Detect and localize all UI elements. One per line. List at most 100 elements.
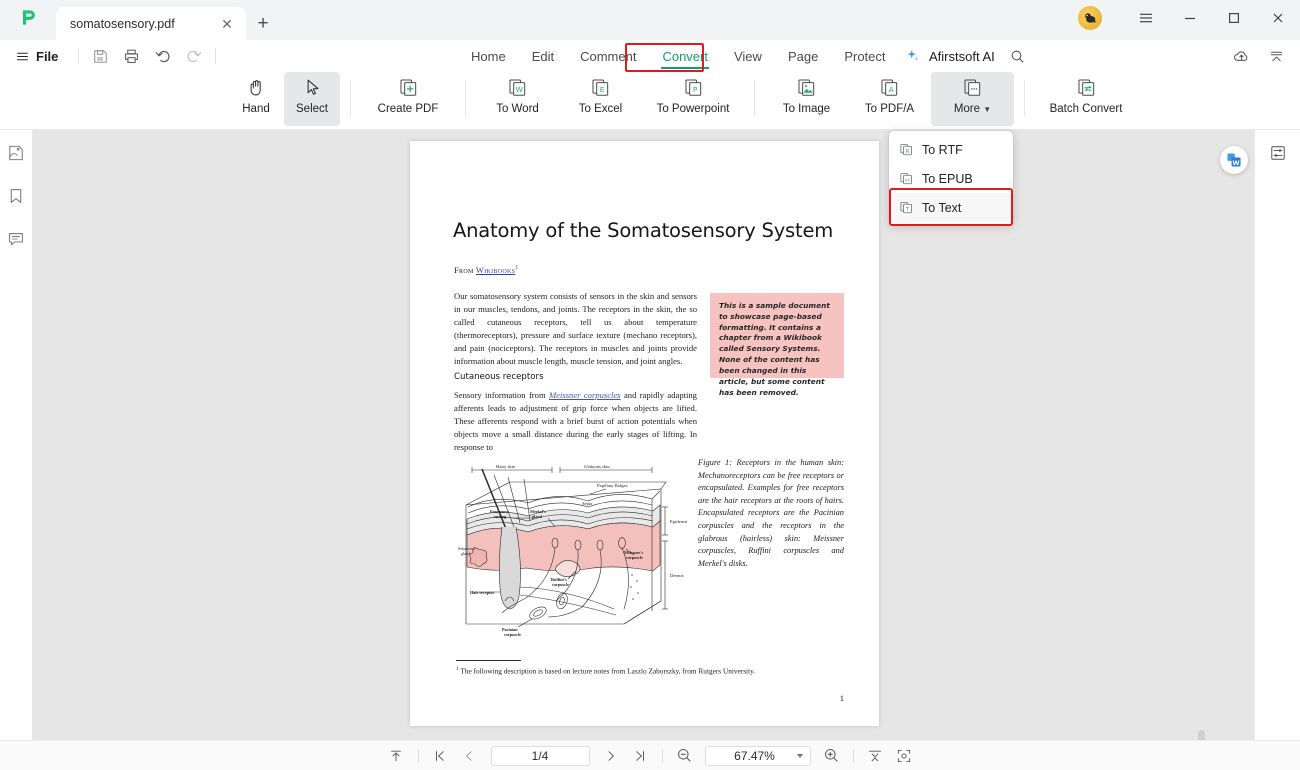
collapse-ribbon-icon[interactable] [1261,43,1292,69]
tab-page[interactable]: Page [775,40,831,72]
svg-text:corpuscle: corpuscle [552,582,569,587]
to-pdfa-button[interactable]: A To PDF/A [848,72,931,126]
chevron-down-icon: ▼ [983,105,992,114]
document-paragraph-2: Sensory information from Meissner corpus… [454,389,697,454]
scroll-to-top-icon[interactable] [382,744,411,768]
dropdown-label-to-text: To Text [922,200,962,215]
tab-close-icon[interactable]: ✕ [218,15,236,33]
dropdown-item-to-text[interactable]: T To Text [889,193,1013,222]
wikibooks-link[interactable]: Wikibooks [476,265,515,275]
dropdown-item-to-rtf[interactable]: R To RTF [889,135,1013,164]
app-logo-icon [0,0,56,40]
document-source-line: From Wikibooks1 [454,265,519,275]
thumbnails-icon[interactable] [4,141,28,165]
to-word-button[interactable]: W To Word [476,72,559,126]
figure-label-papillary-ridges: Papillary Ridges [597,483,628,488]
right-sidebar [1254,130,1300,740]
divider [1024,80,1025,116]
last-page-icon[interactable] [626,744,655,768]
previous-page-icon[interactable] [455,744,484,768]
next-page-icon[interactable] [597,744,626,768]
hand-tool-button[interactable]: Hand [228,72,284,126]
tab-convert[interactable]: Convert [649,40,721,72]
to-excel-button[interactable]: E To Excel [559,72,642,126]
to-powerpoint-icon: P [683,75,704,99]
divider [754,80,755,116]
hand-tool-label: Hand [242,103,270,115]
select-tool-button[interactable]: Select [284,72,340,126]
tab-view[interactable]: View [721,40,775,72]
more-dropdown-menu: R To RTF EP To EPUB T To Text [889,131,1013,225]
vertical-scrollbar[interactable] [1198,730,1207,740]
tab-protect[interactable]: Protect [831,40,898,72]
to-pdfa-icon: A [879,75,900,99]
maximize-icon[interactable] [1212,0,1256,38]
ai-label: Afirstsoft AI [929,48,995,64]
page-number: 1 [839,693,844,703]
to-powerpoint-button[interactable]: P To Powerpoint [642,72,744,126]
zoom-in-icon[interactable] [817,744,846,768]
batch-convert-button[interactable]: Batch Convert [1035,72,1137,126]
divider [465,80,466,116]
to-image-button[interactable]: To Image [765,72,848,126]
zoom-out-icon[interactable] [670,744,699,768]
file-menu-button[interactable]: File [0,49,72,64]
tab-edit[interactable]: Edit [519,40,567,72]
divider [417,748,419,763]
save-icon[interactable] [85,43,116,69]
afirstsoft-ai-button[interactable]: Afirstsoft AI [905,40,1025,72]
svg-text:corpuscle: corpuscle [626,555,643,560]
print-icon[interactable] [116,43,147,69]
file-menu-label: File [36,48,59,64]
close-icon[interactable] [1256,0,1300,38]
fit-width-icon[interactable] [861,744,890,768]
hand-icon [246,75,267,99]
figure-label-hair-receptor: Hair receptor [470,590,495,595]
sample-note-text: This is a sample document to showcase pa… [719,301,830,397]
chevron-down-icon [796,753,803,758]
epub-icon: EP [900,173,912,185]
new-tab-button[interactable]: + [246,7,280,40]
search-icon[interactable] [1010,49,1025,64]
select-tool-label: Select [296,103,328,115]
page-number-value: 1/4 [531,748,549,763]
undo-icon[interactable] [147,43,178,69]
properties-panel-icon[interactable] [1266,141,1290,165]
meissner-corpuscles-link[interactable]: Meissner corpuscles [549,390,621,400]
comment-icon[interactable] [4,227,28,251]
convert-to-word-fab[interactable]: W [1220,146,1248,174]
title-bar: somatosensory.pdf ✕ + [0,0,1300,40]
svg-text:W: W [1232,159,1239,167]
fit-page-icon[interactable] [890,744,919,768]
page-number-input[interactable]: 1/4 [490,745,590,766]
create-pdf-icon [398,75,419,99]
to-pdfa-label: To PDF/A [864,103,915,115]
tab-comment[interactable]: Comment [567,40,649,72]
dropdown-item-to-epub[interactable]: EP To EPUB [889,164,1013,193]
to-powerpoint-label: To Powerpoint [656,103,730,115]
svg-text:gland: gland [532,514,543,519]
create-pdf-button[interactable]: Create PDF [361,72,455,126]
minimize-icon[interactable] [1168,0,1212,38]
zoom-level-select[interactable]: 67.47% [704,745,811,766]
bookmark-icon[interactable] [4,184,28,208]
figure-label-septa: Septa [582,501,592,506]
pdf-page[interactable]: Anatomy of the Somatosensory System From… [410,141,879,726]
dropdown-label-to-epub: To EPUB [922,171,973,186]
section-heading-cutaneous-receptors: Cutaneous receptors [454,372,544,382]
ribbon-tab-list: Home Edit Comment Convert View Page Prot… [458,40,899,72]
to-image-icon [796,75,817,99]
document-viewport[interactable]: Anatomy of the Somatosensory System From… [33,130,1254,740]
redo-icon[interactable] [178,43,209,69]
figure-label-glabrous-skin: Glabrous skin [584,464,610,469]
tab-home[interactable]: Home [458,40,519,72]
figure-skin-cross-section: Hairy skin Glabrous skin Papillary Ridge… [456,461,689,651]
menu-bar: File Home Edit Comment Convert View Page… [0,40,1300,72]
avatar[interactable] [1078,6,1102,30]
hamburger-menu-icon[interactable] [1124,0,1168,38]
first-page-icon[interactable] [426,744,455,768]
more-button[interactable]: More ▼ [931,72,1014,126]
cloud-upload-icon[interactable] [1226,43,1257,69]
document-tab[interactable]: somatosensory.pdf ✕ [56,7,246,40]
file-menu-icon [17,52,28,60]
